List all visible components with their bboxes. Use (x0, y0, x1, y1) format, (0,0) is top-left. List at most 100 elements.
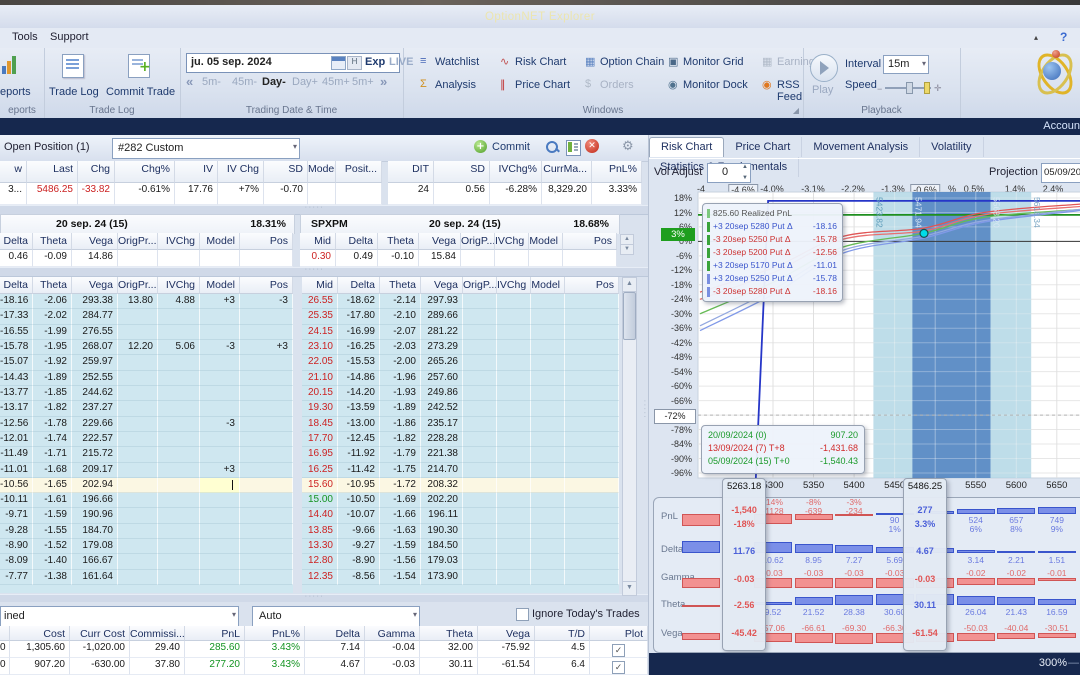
grid-cell[interactable]: 214.70 (421, 462, 463, 478)
grid-cell[interactable] (463, 339, 497, 356)
grid-cell[interactable]: 25.35 (302, 309, 338, 325)
grid-cell[interactable] (531, 431, 565, 448)
speed-minus-icon[interactable]: − (877, 84, 882, 94)
grid-cell[interactable] (118, 385, 158, 402)
play-button[interactable] (810, 54, 838, 82)
grid-cell[interactable] (240, 447, 293, 463)
grid-cell[interactable]: 12.35 (302, 569, 338, 586)
grid-cell[interactable] (118, 539, 158, 555)
grid-cell[interactable] (200, 370, 240, 386)
grid-cell[interactable] (158, 324, 200, 340)
grid-cell[interactable]: 14.40 (302, 508, 338, 524)
grid-cell[interactable]: -14.20 (338, 385, 380, 402)
grid-cell[interactable] (565, 324, 619, 340)
grid-cell[interactable]: 268.07 (72, 339, 118, 356)
nav-Day+[interactable]: Day+ (292, 76, 318, 88)
grid-cell[interactable] (158, 355, 200, 371)
grid-cell[interactable] (200, 385, 240, 402)
grid-cell[interactable] (531, 539, 565, 555)
grid-cell[interactable] (200, 309, 240, 325)
grid-cell[interactable] (200, 431, 240, 448)
windows-item-rss-feed[interactable]: RSS Feed (777, 79, 803, 103)
grid-cell[interactable] (240, 309, 293, 325)
grid-cell[interactable]: 229.66 (72, 416, 118, 432)
grid-cell[interactable]: -1.38 (33, 569, 72, 586)
grid-cell[interactable]: -10.50 (338, 493, 380, 509)
projection-date-input[interactable]: 05/09/202 (1041, 163, 1080, 183)
grid-cell[interactable]: -1.82 (380, 431, 421, 448)
grid-cell[interactable]: 179.08 (72, 539, 118, 555)
grid-cell[interactable]: -1.79 (380, 447, 421, 463)
grid-cell[interactable]: 221.38 (421, 447, 463, 463)
grid-cell[interactable]: -1.96 (380, 370, 421, 386)
nav-5m-[interactable]: 5m- (202, 76, 221, 88)
grid-cell[interactable]: 20.15 (302, 385, 338, 402)
menu-support[interactable]: Support (50, 31, 89, 43)
grid-cell[interactable]: -12.01 (0, 431, 33, 448)
grid-cell[interactable] (463, 401, 497, 417)
grid-cell[interactable]: -1.85 (33, 385, 72, 402)
grid-cell[interactable]: -3 (200, 416, 240, 432)
grid-cell[interactable]: -10.11 (0, 493, 33, 509)
grid-cell[interactable] (565, 447, 619, 463)
plot-checkbox[interactable]: ✓ (612, 644, 625, 657)
grid-cell[interactable]: 249.86 (421, 385, 463, 402)
grid-cell[interactable] (463, 431, 497, 448)
grid-cell[interactable]: -10.56 (0, 477, 33, 494)
grid-cell[interactable] (497, 339, 531, 356)
grid-cell[interactable]: 179.03 (421, 554, 463, 570)
grid-cell[interactable]: -2.06 (33, 294, 72, 310)
grid-cell[interactable]: 15.60 (302, 477, 338, 494)
grid-cell[interactable] (565, 539, 619, 555)
nav-45m-[interactable]: 45m- (232, 76, 257, 88)
grid-cell[interactable]: -1.89 (33, 370, 72, 386)
layout-icon[interactable] (566, 140, 581, 156)
grid-cell[interactable] (565, 431, 619, 448)
expiry-scroll-down[interactable]: ▼ (620, 244, 634, 255)
grid-cell[interactable] (565, 493, 619, 509)
grid-cell[interactable]: -15.53 (338, 355, 380, 371)
grid-cell[interactable]: +3 (200, 462, 240, 478)
windows-item-risk-chart[interactable]: Risk Chart (515, 56, 566, 68)
tab-risk-chart[interactable]: Risk Chart (649, 137, 725, 157)
grid-cell[interactable]: -10.07 (338, 508, 380, 524)
grid-cell[interactable] (118, 523, 158, 540)
grid-cell[interactable]: -14.86 (338, 370, 380, 386)
grid-cell[interactable] (158, 416, 200, 432)
grid-cell[interactable] (565, 477, 619, 494)
grid-cell[interactable] (531, 385, 565, 402)
grid-cell[interactable] (497, 401, 531, 417)
grid-cell[interactable]: 161.64 (72, 569, 118, 586)
grid-cell[interactable]: -12.56 (0, 416, 33, 432)
grid-cell[interactable]: -11.42 (338, 462, 380, 478)
grid-cell[interactable] (463, 554, 497, 570)
ignore-trades-checkbox[interactable] (516, 608, 529, 621)
grid-cell[interactable]: -1.40 (33, 554, 72, 570)
account-label[interactable]: Accoun (1043, 120, 1080, 132)
grid-cell[interactable] (158, 554, 200, 570)
grid-cell[interactable]: -8.90 (0, 539, 33, 555)
grid-cell[interactable] (158, 523, 200, 540)
grid-cell[interactable]: 259.97 (72, 355, 118, 371)
grid-cell[interactable]: -13.00 (338, 416, 380, 432)
grid-cell[interactable] (565, 462, 619, 478)
grid-cell[interactable]: 5.06 (158, 339, 200, 356)
grid-cell[interactable]: -10.95 (338, 477, 380, 494)
grid-cell[interactable]: 202.94 (72, 477, 118, 494)
nav-Day-[interactable]: Day- (262, 76, 286, 88)
grid-cell[interactable]: -2.07 (380, 324, 421, 340)
grid-cell[interactable]: -16.25 (338, 339, 380, 356)
grid-cell[interactable] (200, 569, 240, 586)
grid-cell[interactable] (158, 539, 200, 555)
grid-cell[interactable] (531, 477, 565, 494)
grid-cell[interactable]: -15.78 (0, 339, 33, 356)
grid-cell[interactable]: -14.43 (0, 370, 33, 386)
grid-cell[interactable] (158, 309, 200, 325)
grid-cell[interactable]: 166.67 (72, 554, 118, 570)
grid-cell[interactable] (200, 523, 240, 540)
grid-cell[interactable]: -1.63 (380, 523, 421, 540)
splitter[interactable]: ∙∙∙∙∙ (0, 266, 648, 277)
grid-cell[interactable]: -8.56 (338, 569, 380, 586)
grid-cell[interactable] (240, 569, 293, 586)
grid-cell[interactable] (463, 370, 497, 386)
